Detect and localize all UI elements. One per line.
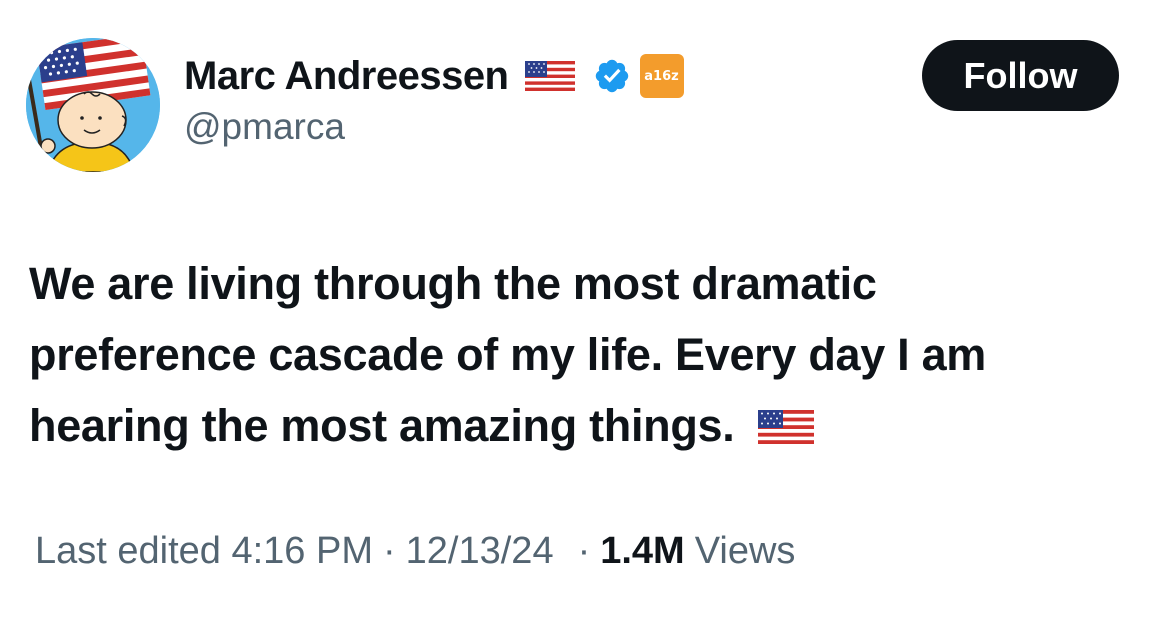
views-count[interactable]: 1.4M: [600, 530, 684, 573]
user-handle[interactable]: @pmarca: [184, 106, 684, 148]
tweet-text-line-content: hearing the most amazing things.: [29, 400, 735, 451]
tweet-text-line-last: hearing the most amazing things.: [29, 390, 1149, 461]
us-flag-icon: [524, 61, 575, 91]
last-edited-time[interactable]: Last edited 4:16 PM: [35, 530, 373, 573]
us-flag-icon: [758, 410, 815, 444]
org-badge[interactable]: a16z: [639, 54, 684, 98]
avatar[interactable]: [26, 38, 160, 172]
tweet-text: We are living through the most dramatic …: [29, 248, 1149, 461]
views-label: Views: [694, 530, 796, 572]
tweet-meta: Last edited 4:16 PM · 12/13/24 · 1.4M Vi…: [35, 530, 795, 573]
tweet-text-line: preference cascade of my life. Every day…: [29, 329, 987, 380]
org-badge-label: a16z: [644, 68, 679, 84]
separator-dot: ·: [577, 530, 591, 572]
tweet-date[interactable]: 12/13/24: [406, 530, 554, 573]
verified-badge-icon[interactable]: [593, 57, 631, 95]
display-name[interactable]: Marc Andreessen: [184, 54, 509, 99]
author-info: Marc Andreessen a16z @pmarca: [184, 50, 684, 148]
tweet-card: Marc Andreessen a16z @pmarca Follow We a…: [0, 0, 1170, 619]
avatar-image: [26, 38, 160, 172]
tweet-text-line: We are living through the most dramatic: [29, 258, 877, 309]
separator-dot: ·: [383, 530, 396, 572]
follow-button[interactable]: Follow: [922, 40, 1119, 111]
name-row: Marc Andreessen a16z: [184, 50, 684, 102]
